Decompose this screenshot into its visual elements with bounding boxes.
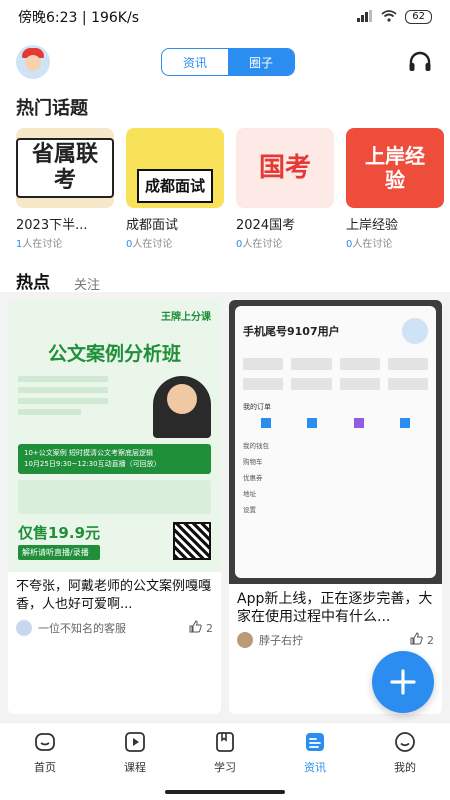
post-footer: 一位不知名的客服 2 xyxy=(8,618,221,644)
header: 资讯 圈子 xyxy=(0,34,450,90)
headset-icon[interactable] xyxy=(406,48,434,76)
topic-card[interactable]: 国考 2024国考 0人在讨论 xyxy=(236,128,334,250)
post-image: 手机尾号9107用户 我的订单 我的钱包 购物车 优惠券 地址 设置 xyxy=(229,300,442,584)
nav-home[interactable]: 首页 xyxy=(15,731,75,800)
avatar[interactable] xyxy=(16,45,50,79)
qr-code xyxy=(173,522,211,560)
topic-card[interactable]: 省属联考 2023下半... 1人在讨论 xyxy=(16,128,114,250)
author-avatar xyxy=(16,620,32,636)
plus-icon xyxy=(390,669,416,695)
like-button[interactable]: 2 xyxy=(189,620,213,636)
phone-screenshot: 手机尾号9107用户 我的订单 我的钱包 购物车 优惠券 地址 设置 xyxy=(235,306,436,578)
tab-circle[interactable]: 圈子 xyxy=(228,49,294,75)
nav-course[interactable]: 课程 xyxy=(105,731,165,800)
news-icon xyxy=(306,733,324,751)
post-title: App新上线，正在逐步完善，大家在使用过程中有什么... xyxy=(237,591,433,625)
nav-news[interactable]: 资讯 xyxy=(285,731,345,800)
teacher-photo xyxy=(153,376,211,438)
like-button[interactable]: 2 xyxy=(410,632,434,648)
topic-list: 省属联考 2023下半... 1人在讨论 成都面试 成都面试 0人在讨论 国考 … xyxy=(0,128,450,250)
topic-cover: 国考 xyxy=(236,128,334,208)
topic-cover: 成都面试 xyxy=(126,128,224,208)
author-name: 脖子右拧 xyxy=(259,634,303,647)
topic-meta: 1人在讨论 xyxy=(16,239,63,250)
topic-meta: 0人在讨论 xyxy=(346,239,393,250)
topic-cover: 省属联考 xyxy=(16,128,114,208)
tab-news[interactable]: 资讯 xyxy=(162,49,228,75)
author-name: 一位不知名的客服 xyxy=(38,622,126,635)
topic-name: 成都面试 xyxy=(126,218,179,233)
topic-name: 上岸经验 xyxy=(346,218,399,233)
section-title-hot-topics: 热门话题 xyxy=(16,98,88,119)
status-left: 傍晚6:23 | 196K/s xyxy=(18,10,139,26)
wifi-icon xyxy=(381,9,397,25)
bottom-nav: 首页 课程 学习 资讯 我的 xyxy=(0,722,450,800)
like-count: 2 xyxy=(206,621,213,635)
home-indicator xyxy=(165,790,285,794)
signal-icon xyxy=(357,9,373,25)
status-right: 62 xyxy=(357,9,432,25)
topic-cover: 上岸经验 xyxy=(346,128,444,208)
topic-meta: 0人在讨论 xyxy=(236,239,283,250)
thumbs-up-icon xyxy=(189,620,202,636)
post-card[interactable]: 王牌上分课 公文案例分析班 10+公文案例 短时摸清公文考察底层逻辑 10月25… xyxy=(8,300,221,714)
post-title: 不夸张，阿戴老师的公文案例嘎嘎香，人也好可爱啊... xyxy=(16,579,212,612)
book-icon xyxy=(216,732,234,752)
like-count: 2 xyxy=(427,633,434,647)
home-icon xyxy=(35,733,55,751)
topic-meta: 0人在讨论 xyxy=(126,239,173,250)
segmented-tabs: 资讯 圈子 xyxy=(161,48,295,76)
profile-icon xyxy=(395,732,415,752)
author-avatar xyxy=(237,632,253,648)
topic-card[interactable]: 成都面试 成都面试 0人在讨论 xyxy=(126,128,224,250)
topic-card[interactable]: 上岸经验 上岸经验 0人在讨论 xyxy=(346,128,444,250)
nav-profile[interactable]: 我的 xyxy=(375,731,435,800)
add-post-button[interactable] xyxy=(372,651,434,713)
battery-icon: 62 xyxy=(405,10,432,24)
thumbs-up-icon xyxy=(410,632,423,648)
status-bar: 傍晚6:23 | 196K/s 62 xyxy=(0,0,450,34)
poster-headline: 公文案例分析班 xyxy=(47,343,181,365)
play-icon xyxy=(125,732,145,752)
poster-price: 仅售19.9元 xyxy=(18,524,101,542)
status-speed: 196K/s xyxy=(91,10,139,26)
topic-name: 2023下半... xyxy=(16,218,88,233)
post-image: 王牌上分课 公文案例分析班 10+公文案例 短时摸清公文考察底层逻辑 10月25… xyxy=(8,300,221,572)
status-time: 傍晚6:23 xyxy=(18,10,78,26)
topic-name: 2024国考 xyxy=(236,218,296,233)
